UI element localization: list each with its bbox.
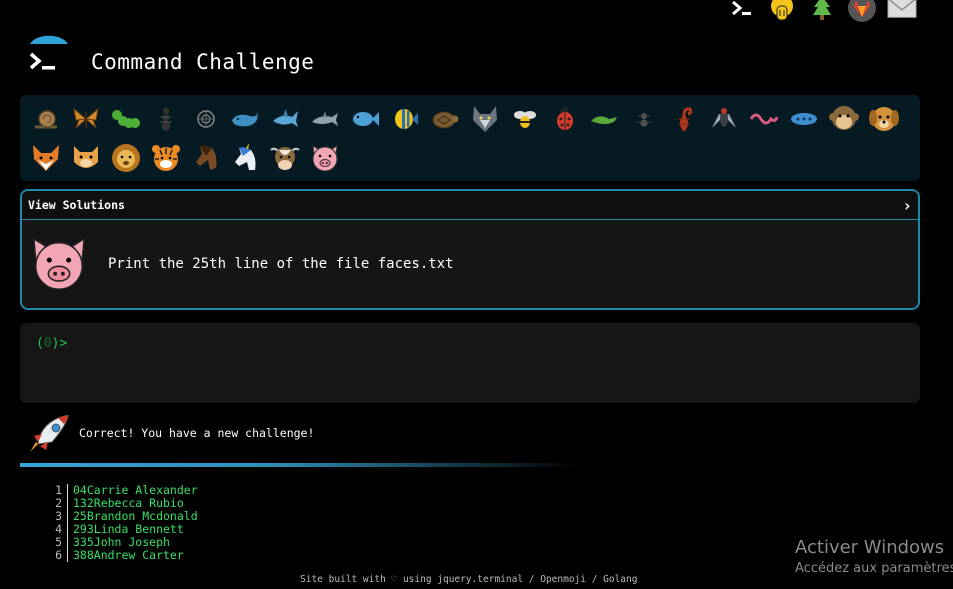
scorpion-icon[interactable]	[664, 99, 704, 138]
spiral-shell-icon[interactable]	[186, 99, 226, 138]
gitlab-icon[interactable]	[847, 0, 877, 22]
page-title: Command Challenge	[91, 50, 315, 74]
prompt-count: 0	[43, 336, 52, 351]
rocket-icon	[28, 412, 72, 454]
line-number: 6	[52, 549, 68, 562]
whale-icon[interactable]	[225, 99, 265, 138]
hand-icon[interactable]	[767, 0, 797, 22]
divider	[20, 463, 580, 467]
lion-icon[interactable]	[106, 138, 146, 177]
worm-icon[interactable]	[744, 99, 784, 138]
dolphin-icon[interactable]	[305, 99, 345, 138]
output-listing: 1 04Carrie Alexander 2 132Rebecca Rubio 32…	[52, 484, 198, 562]
windows-activation-watermark: Activer Windows Accédez aux paramètres	[795, 537, 953, 576]
cat-icon[interactable]	[66, 138, 106, 177]
view-solutions-toggle[interactable]: View Solutions ›	[22, 191, 918, 220]
challenge-body: Print the 25th line of the file faces.tx…	[22, 220, 918, 308]
challenge-panel: View Solutions › Print the 25th line of …	[20, 189, 920, 310]
terminal[interactable]: (0)>	[20, 323, 920, 403]
bee-icon[interactable]	[505, 99, 545, 138]
prompt-close: )>	[51, 336, 68, 351]
chevron-right-icon: ›	[902, 195, 912, 215]
snail-icon[interactable]	[26, 99, 66, 138]
footer-credits: Site built with ♡ using jquery.terminal …	[300, 574, 638, 585]
fly-icon[interactable]	[704, 99, 744, 138]
ladybug-icon[interactable]	[545, 99, 585, 138]
cow-icon[interactable]	[265, 138, 305, 177]
caterpillar-icon[interactable]	[106, 99, 146, 138]
app-logo-icon	[28, 34, 70, 76]
challenge-selector	[20, 95, 920, 181]
view-solutions-label: View Solutions	[28, 198, 125, 212]
pig-icon	[28, 233, 90, 295]
tree-icon[interactable]	[807, 0, 837, 22]
terminal-icon[interactable]	[727, 0, 757, 22]
tropical-fish-icon[interactable]	[385, 99, 425, 138]
spider-icon[interactable]	[624, 99, 664, 138]
butterfly-icon[interactable]	[66, 99, 106, 138]
unicorn-icon[interactable]	[225, 138, 265, 177]
line-text: 388Andrew Carter	[73, 548, 184, 562]
pig-icon[interactable]	[305, 138, 345, 177]
result-message: Correct! You have a new challenge!	[79, 426, 315, 440]
prompt-open: (	[36, 336, 44, 351]
list-item: 6 388Andrew Carter	[52, 549, 198, 562]
microbe-icon[interactable]	[784, 99, 824, 138]
activation-title: Activer Windows	[795, 537, 945, 558]
monkey-icon[interactable]	[824, 99, 864, 138]
dog-icon[interactable]	[864, 99, 904, 138]
top-icons	[727, 0, 917, 22]
lizard-icon[interactable]	[584, 99, 624, 138]
fox-icon[interactable]	[26, 138, 66, 177]
horse-icon[interactable]	[186, 138, 226, 177]
mail-icon[interactable]	[887, 0, 917, 22]
ant-icon[interactable]	[146, 99, 186, 138]
shark-icon[interactable]	[265, 99, 305, 138]
turtle-icon[interactable]	[425, 99, 465, 138]
wolf-icon[interactable]	[465, 99, 505, 138]
activation-subtitle: Accédez aux paramètres	[795, 561, 953, 576]
fish-icon[interactable]	[345, 99, 385, 138]
terminal-prompt: (0)>	[36, 336, 904, 351]
tiger-icon[interactable]	[146, 138, 186, 177]
challenge-text: Print the 25th line of the file faces.tx…	[108, 256, 454, 272]
